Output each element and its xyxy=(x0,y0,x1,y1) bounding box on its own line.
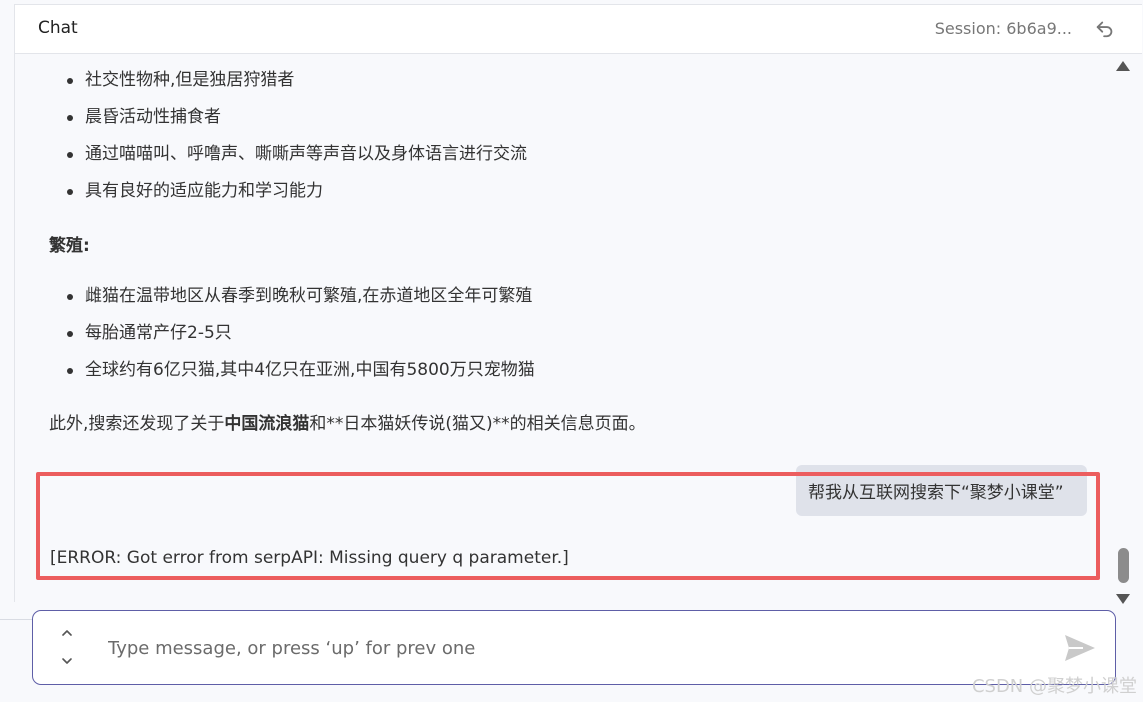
scrollbar-thumb[interactable] xyxy=(1118,548,1129,583)
bullet-list-breeding: 雌猫在温带地区从春季到晚秋可繁殖,在赤道地区全年可繁殖 每胎通常产仔2-5只 全… xyxy=(66,283,535,394)
summary-paragraph: 此外,搜索还发现了关于中国流浪猫和**日本猫妖传说(猫又)**的相关信息页面。 xyxy=(49,409,646,434)
message-composer xyxy=(32,610,1116,685)
watermark: CSDN @聚梦小课堂 xyxy=(971,676,1137,697)
scroll-up-arrow[interactable] xyxy=(1116,61,1130,71)
paragraph-bold: 中国流浪猫 xyxy=(224,414,310,434)
chevron-up-icon[interactable] xyxy=(58,625,76,641)
scroll-down-arrow[interactable] xyxy=(1116,594,1130,604)
chevron-down-icon[interactable] xyxy=(58,653,76,669)
send-icon[interactable] xyxy=(1063,632,1097,664)
list-item: 每胎通常产仔2-5只 xyxy=(66,320,535,357)
list-item: 通过喵喵叫、呼噜声、嘶嘶声等声音以及身体语言进行交流 xyxy=(66,141,527,178)
list-item: 全球约有6亿只猫,其中4亿只在亚洲,中国有5800万只宠物猫 xyxy=(66,357,535,394)
list-item: 雌猫在温带地区从春季到晚秋可繁殖,在赤道地区全年可繁殖 xyxy=(66,283,535,320)
list-item: 具有良好的适应能力和学习能力 xyxy=(66,178,527,215)
chat-title: Chat xyxy=(38,18,78,38)
paragraph-suffix: 和**日本猫妖传说(猫又)**的相关信息页面。 xyxy=(309,414,646,434)
list-item: 社交性物种,但是独居狩猎者 xyxy=(66,67,527,104)
highlight-box xyxy=(36,472,1100,580)
bullet-list-traits: 社交性物种,但是独居狩猎者 晨昏活动性捕食者 通过喵喵叫、呼噜声、嘶嘶声等声音以… xyxy=(66,67,527,215)
undo-icon[interactable] xyxy=(1094,17,1116,39)
chat-header: Chat Session: 6b6a9... xyxy=(14,4,1142,54)
divider xyxy=(0,619,32,620)
section-heading: 繁殖: xyxy=(49,236,90,256)
session-id[interactable]: Session: 6b6a9... xyxy=(935,19,1072,38)
chat-app: Chat Session: 6b6a9... 社交性物种,但是独居狩猎者 晨昏活… xyxy=(0,0,1143,702)
paragraph-prefix: 此外,搜索还发现了关于 xyxy=(49,414,225,434)
message-input[interactable] xyxy=(106,629,1040,667)
list-item: 晨昏活动性捕食者 xyxy=(66,104,527,141)
